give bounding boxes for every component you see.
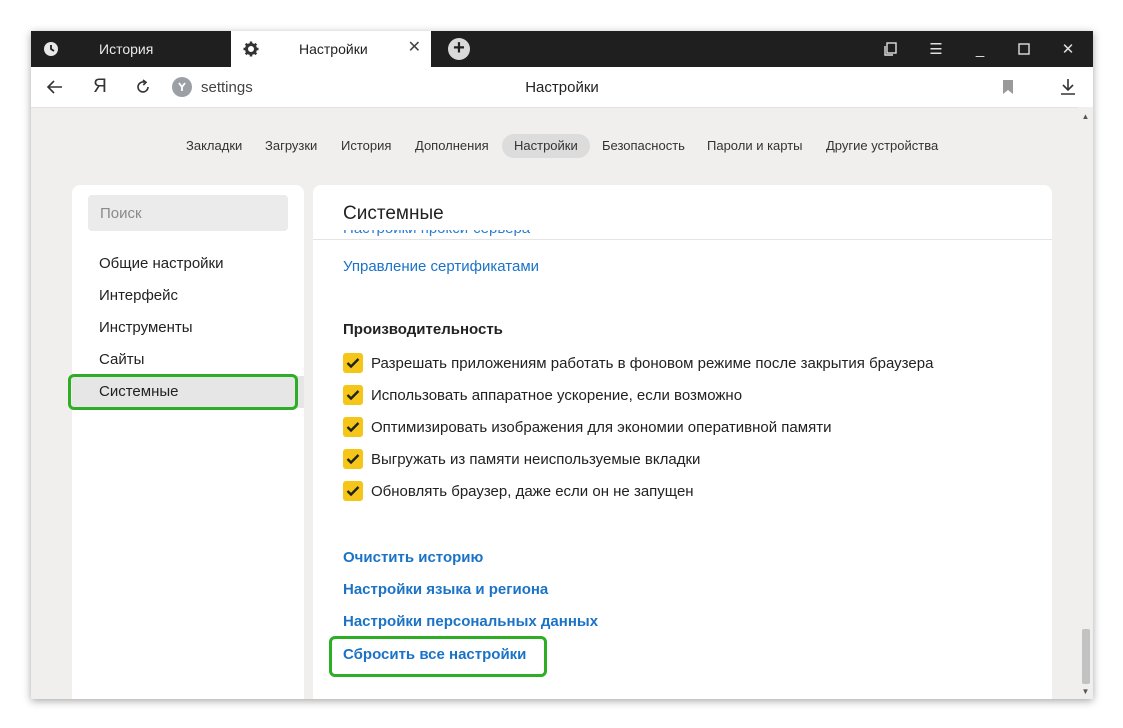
checkbox-auto-update[interactable] bbox=[343, 481, 363, 501]
reset-settings-link[interactable]: Сбросить все настройки bbox=[343, 646, 526, 663]
checkbox-label: Выгружать из памяти неиспользуемые вклад… bbox=[371, 450, 701, 468]
scrollbar[interactable]: ▲ ▼ bbox=[1078, 107, 1093, 699]
tab-bar: История Настройки ✕ + ☰ _ ✕ bbox=[31, 31, 1093, 67]
close-window-icon[interactable]: ✕ bbox=[1046, 31, 1090, 67]
checkbox-row-optimize-images[interactable]: Оптимизировать изображения для экономии … bbox=[343, 416, 831, 438]
settings-top-nav: Закладки Загрузки История Дополнения Нас… bbox=[31, 131, 1093, 161]
checkmark-icon bbox=[346, 454, 360, 465]
checkbox-row-hw-accel[interactable]: Использовать аппаратное ускорение, если … bbox=[343, 384, 742, 406]
scroll-up-icon[interactable]: ▲ bbox=[1078, 109, 1093, 124]
clear-history-link[interactable]: Очистить историю bbox=[343, 549, 483, 566]
yandex-browser-icon[interactable] bbox=[172, 77, 192, 97]
checkbox-label: Обновлять браузер, даже если он не запущ… bbox=[371, 482, 694, 500]
close-tab-icon[interactable]: ✕ bbox=[408, 40, 421, 56]
nav-bookmarks[interactable]: Закладки bbox=[174, 134, 254, 158]
bookmark-icon bbox=[1003, 80, 1013, 94]
manage-certificates-link[interactable]: Управление сертификатами bbox=[343, 258, 539, 275]
menu-icon[interactable]: ☰ bbox=[914, 31, 958, 67]
settings-sidebar: Общие настройки Интерфейс Инструменты Са… bbox=[72, 185, 304, 699]
new-tab-button[interactable]: + bbox=[448, 38, 470, 60]
address-bar: Я settings Настройки bbox=[31, 67, 1093, 108]
tab-label: Настройки bbox=[299, 41, 368, 57]
language-region-link[interactable]: Настройки языка и региона bbox=[343, 581, 548, 598]
tab-label: История bbox=[99, 41, 154, 57]
browser-window: История Настройки ✕ + ☰ _ ✕ Я settings Н… bbox=[31, 31, 1093, 699]
nav-devices[interactable]: Другие устройства bbox=[814, 134, 950, 158]
checkmark-icon bbox=[346, 422, 360, 433]
maximize-icon[interactable] bbox=[1002, 31, 1046, 67]
bookmark-button[interactable] bbox=[996, 75, 1020, 99]
checkbox-background[interactable] bbox=[343, 353, 363, 373]
checkbox-unload-tabs[interactable] bbox=[343, 449, 363, 469]
nav-security[interactable]: Безопасность bbox=[590, 134, 697, 158]
checkbox-row-unload-tabs[interactable]: Выгружать из памяти неиспользуемые вклад… bbox=[343, 448, 700, 470]
minimize-icon[interactable]: _ bbox=[958, 31, 1002, 67]
reload-button[interactable] bbox=[131, 75, 155, 99]
section-title: Системные bbox=[343, 203, 444, 224]
sidebar-item-general[interactable]: Общие настройки bbox=[72, 248, 304, 280]
nav-passwords[interactable]: Пароли и карты bbox=[695, 134, 815, 158]
checkbox-hw-accel[interactable] bbox=[343, 385, 363, 405]
back-button[interactable] bbox=[43, 75, 67, 99]
arrow-left-icon bbox=[46, 80, 62, 94]
clipped-link-text: Настройки прокси-сервера bbox=[343, 230, 530, 237]
reload-icon bbox=[137, 79, 149, 93]
checkbox-label: Использовать аппаратное ускорение, если … bbox=[371, 386, 743, 404]
sidebar-item-tools[interactable]: Инструменты bbox=[72, 312, 304, 344]
performance-header: Производительность bbox=[343, 321, 503, 338]
tabs-list-icon-shape bbox=[884, 42, 897, 56]
tab-settings[interactable]: Настройки ✕ bbox=[231, 31, 431, 67]
sidebar-item-system[interactable]: Системные bbox=[72, 376, 304, 408]
checkbox-row-auto-update[interactable]: Обновлять браузер, даже если он не запущ… bbox=[343, 480, 694, 502]
yandex-browser-icon-shape bbox=[178, 82, 186, 91]
checkmark-icon bbox=[346, 390, 360, 401]
yandex-logo[interactable]: Я bbox=[88, 75, 112, 99]
downloads-button[interactable] bbox=[1056, 75, 1080, 99]
nav-extensions[interactable]: Дополнения bbox=[403, 134, 501, 158]
sidebar-item-interface[interactable]: Интерфейс bbox=[72, 280, 304, 312]
checkmark-icon bbox=[346, 486, 360, 497]
nav-downloads[interactable]: Загрузки bbox=[253, 134, 329, 158]
nav-history[interactable]: История bbox=[329, 134, 403, 158]
url-text[interactable]: settings bbox=[201, 79, 253, 96]
gear-icon bbox=[243, 41, 259, 57]
checkmark-icon bbox=[346, 358, 360, 369]
divider bbox=[313, 239, 1052, 240]
tab-history[interactable]: История bbox=[31, 31, 231, 67]
checkbox-optimize-images[interactable] bbox=[343, 417, 363, 437]
checkbox-row-background[interactable]: Разрешать приложениям работать в фоновом… bbox=[343, 352, 933, 374]
personal-data-link[interactable]: Настройки персональных данных bbox=[343, 613, 598, 630]
nav-settings[interactable]: Настройки bbox=[502, 134, 590, 158]
sidebar-item-sites[interactable]: Сайты bbox=[72, 344, 304, 376]
maximize-icon-shape bbox=[1018, 43, 1030, 55]
checkbox-label: Оптимизировать изображения для экономии … bbox=[371, 418, 832, 436]
tabs-list-icon[interactable] bbox=[869, 31, 913, 67]
scroll-down-icon[interactable]: ▼ bbox=[1078, 684, 1093, 699]
download-icon bbox=[1061, 79, 1075, 95]
settings-content: Системные Настройки прокси-сервера Управ… bbox=[313, 185, 1052, 699]
clock-icon bbox=[44, 42, 58, 56]
search-input[interactable] bbox=[88, 195, 288, 231]
checkbox-label: Разрешать приложениям работать в фоновом… bbox=[371, 354, 934, 372]
scrollbar-thumb[interactable] bbox=[1082, 629, 1090, 684]
